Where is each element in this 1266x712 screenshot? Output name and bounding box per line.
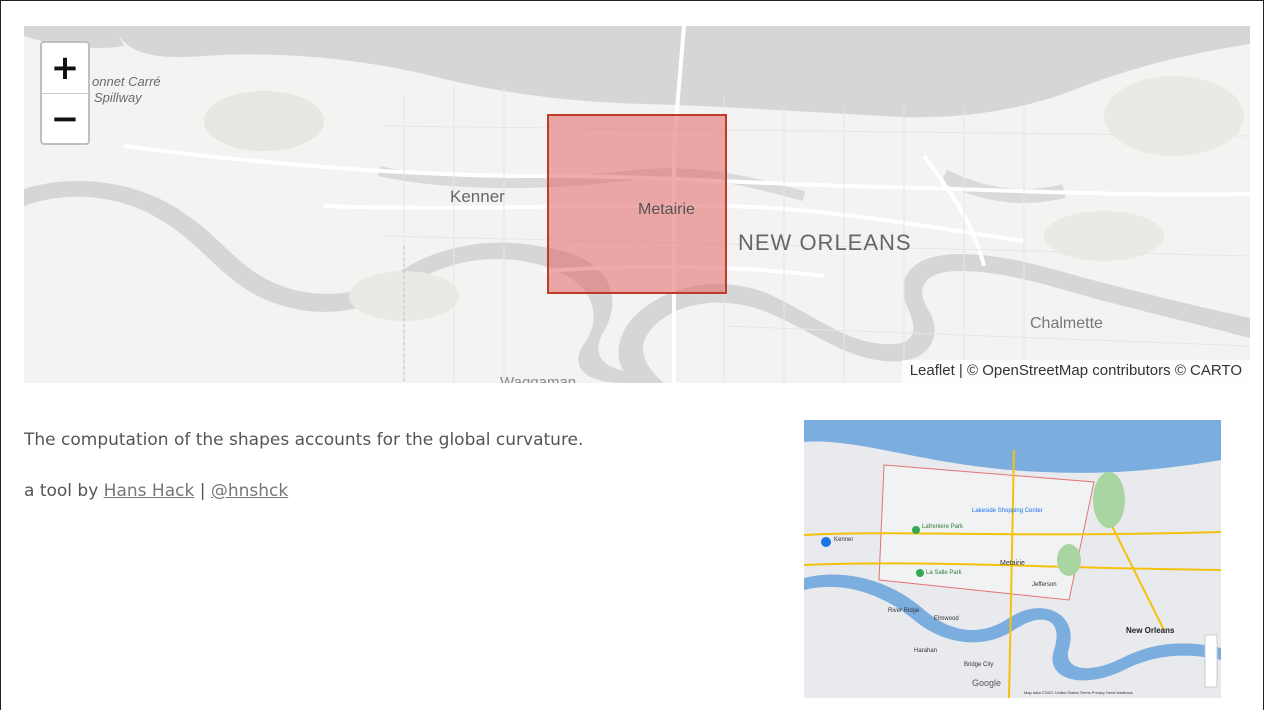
attribution-rest: contributors © CARTO [1088, 362, 1242, 379]
thumb-footer: Map data ©2022 United States Terms Priva… [1024, 690, 1133, 695]
author-link[interactable]: Hans Hack [104, 481, 195, 501]
google-map-thumbnail: Kenner Lafreniere Park Lakeside Shopping… [804, 420, 1221, 698]
thumb-label-metairie: Metairie [1000, 560, 1025, 567]
map-label-chalmette: Chalmette [1030, 315, 1103, 332]
thumbnail-tiles [804, 420, 1221, 698]
thumb-label-new-orleans: New Orleans [1126, 626, 1175, 635]
thumb-label-kenner: Kenner [834, 537, 854, 543]
map-label-bonnet: onnet Carré [92, 74, 161, 89]
map-label-metairie: Metairie [638, 201, 695, 218]
thumb-label-jefferson: Jefferson [1032, 582, 1057, 588]
osm-link[interactable]: OpenStreetMap [982, 362, 1088, 379]
curvature-sentence: The computation of the shapes accounts f… [24, 430, 584, 450]
zoom-out-button[interactable]: − [42, 94, 88, 144]
info-text: The computation of the shapes accounts f… [24, 430, 583, 532]
thumb-label-river-ridge: River Ridge [888, 608, 920, 614]
tool-credit: a tool by Hans Hack | @hnshck [24, 481, 583, 501]
leaflet-link[interactable]: Leaflet [910, 362, 955, 379]
thumb-google-logo: Google [972, 678, 1002, 688]
thumb-label-elmwood: Elmwood [934, 616, 959, 622]
thumb-label-la-salle: La Salle Park [926, 570, 962, 576]
attribution-separator: | © [954, 362, 983, 379]
thumb-label-bridge-city: Bridge City [964, 662, 994, 668]
map-label-spillway: Spillway [94, 90, 142, 105]
tool-prefix: a tool by [24, 481, 104, 501]
thumb-label-harahan: Harahan [914, 648, 938, 654]
map-attribution: Leaflet | © OpenStreetMap contributors ©… [901, 360, 1250, 383]
zoom-in-button[interactable]: + [42, 43, 88, 94]
handle-link[interactable]: @hnshck [211, 481, 288, 501]
zoom-control: + − [40, 41, 90, 145]
thumb-label-lafreniere: Lafreniere Park [922, 524, 964, 530]
leaflet-map[interactable]: onnet Carré Spillway Kenner Metairie NEW… [24, 26, 1250, 383]
map-label-waggaman: Waggaman [500, 374, 577, 383]
map-label-new-orleans: NEW ORLEANS [738, 230, 912, 255]
credit-divider: | [194, 481, 211, 501]
map-label-kenner: Kenner [450, 187, 505, 206]
thumb-label-lakeside: Lakeside Shopping Center [972, 508, 1043, 514]
computed-shape-overlay [547, 114, 727, 294]
